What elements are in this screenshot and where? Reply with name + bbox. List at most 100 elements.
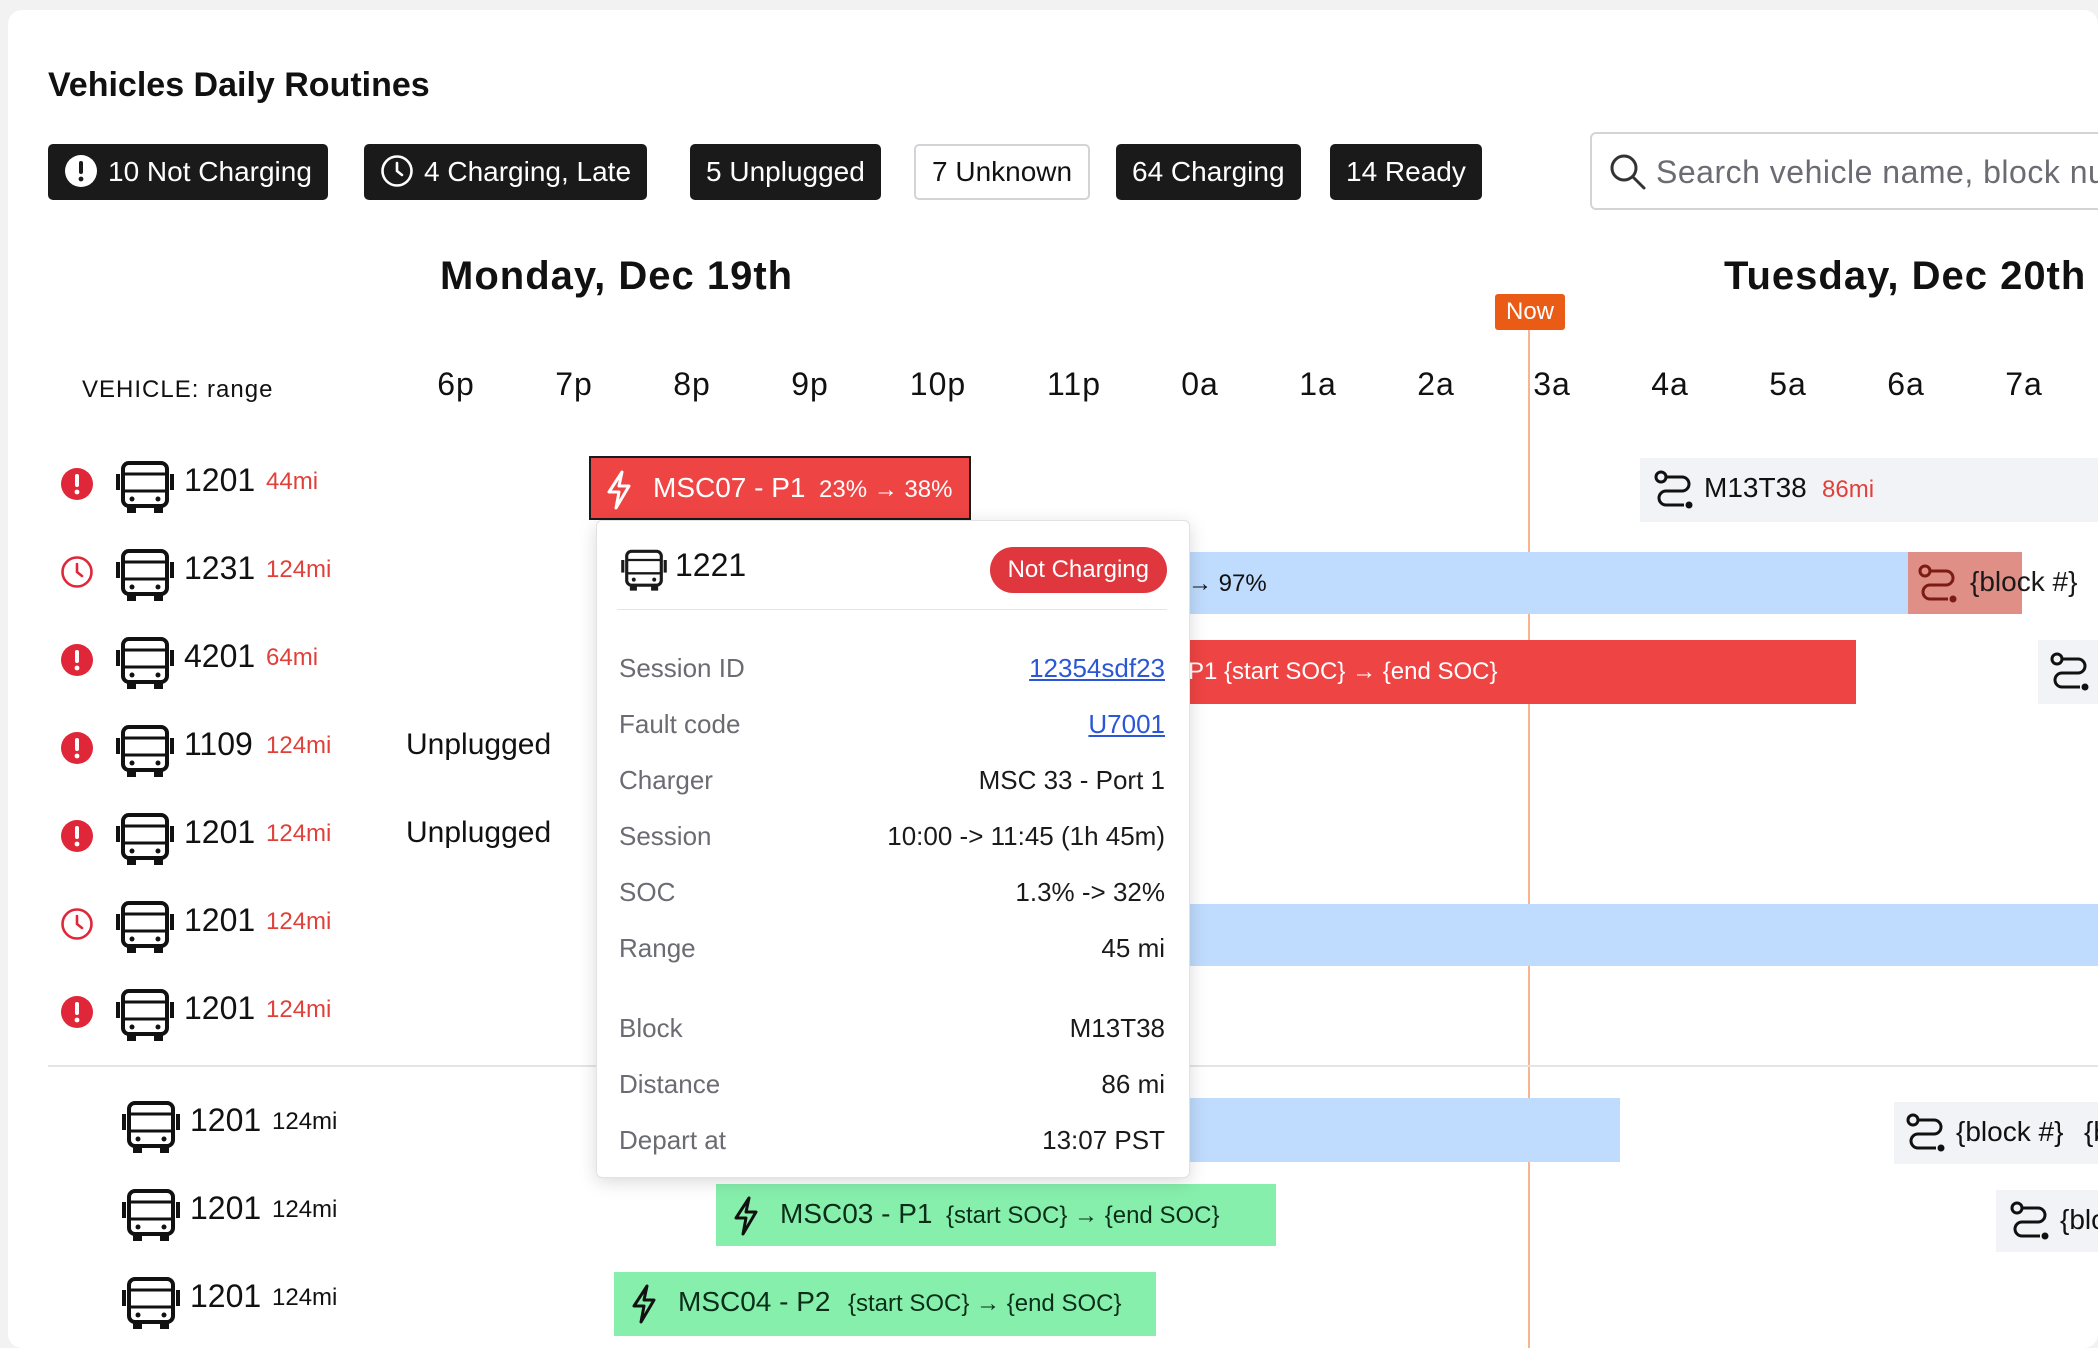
- bus-icon: [116, 813, 174, 865]
- vehicle-id: 1201: [184, 902, 256, 938]
- route-icon: [1918, 564, 1957, 603]
- hour-tick: 4a: [1651, 366, 1689, 402]
- vehicle-row[interactable]: 1201 124mi MSC03 - P1 {start SOC} → {end…: [8, 1168, 2098, 1256]
- bar-soc: {start SOC} → {end SOC}: [946, 1202, 1220, 1229]
- session-id-link[interactable]: 12354sdf23: [1029, 653, 1165, 683]
- unplugged-label: Unplugged: [406, 728, 552, 761]
- filter-not-charging[interactable]: 10 Not Charging: [48, 144, 328, 200]
- status-badge: Not Charging: [989, 547, 1167, 593]
- route-block-bar[interactable]: {blo: [1996, 1190, 2098, 1252]
- detail-key: Session: [619, 821, 712, 851]
- detail-soc: SOC 1.3% -> 32%: [619, 877, 1165, 917]
- route-block-bar[interactable]: {block #}: [1908, 552, 2098, 614]
- routines-card: Vehicles Daily Routines 10 Not Charging …: [8, 10, 2098, 1348]
- detail-value: 10:00 -> 11:45 (1h 45m): [887, 821, 1165, 851]
- detail-range: Range 45 mi: [619, 933, 1165, 973]
- vehicle-range: 124mi: [266, 732, 332, 759]
- filter-label: 14 Ready: [1346, 156, 1466, 187]
- detail-depart-at: Depart at 13:07 PST: [619, 1125, 1165, 1165]
- alert-icon: [61, 996, 93, 1028]
- unplugged-label: Unplugged: [406, 816, 552, 849]
- hour-tick: 0a: [1181, 366, 1219, 402]
- vehicle-row[interactable]: 1201 44mi MSC07 - P1 23% → 38% M13T38 86…: [8, 440, 2098, 528]
- hour-tick: 3a: [1533, 366, 1571, 402]
- bar-label: {block #}: [1970, 566, 2078, 597]
- bus-icon: [116, 901, 174, 953]
- hour-tick: 11p: [1046, 366, 1102, 402]
- vehicle-id: 1201: [184, 990, 256, 1026]
- charging-session-bar[interactable]: P1 {start SOC} → {end SOC}: [1108, 640, 1856, 704]
- detail-value: M13T38: [1069, 1013, 1165, 1043]
- charging-session-bar[interactable]: → 97%: [1108, 552, 1918, 614]
- popover-vehicle-id: 1221: [675, 547, 747, 583]
- vehicle-range: 64mi: [266, 644, 319, 671]
- bus-icon: [116, 989, 174, 1041]
- hour-tick: 9p: [791, 366, 829, 402]
- page-title: Vehicles Daily Routines: [48, 66, 430, 104]
- route-block-bar[interactable]: M13T38 86mi: [1640, 458, 2098, 522]
- hour-tick: 6p: [437, 366, 475, 402]
- vehicle-range: 124mi: [266, 996, 332, 1023]
- hour-tick: 7p: [555, 366, 593, 402]
- bus-icon: [116, 725, 174, 777]
- vehicle-id: 1201: [190, 1102, 262, 1138]
- charging-session-bar[interactable]: MSC03 - P1 {start SOC} → {end SOC}: [716, 1184, 1276, 1246]
- bus-icon: [116, 461, 174, 513]
- alert-icon: [61, 820, 93, 852]
- vehicle-range: 124mi: [272, 1108, 338, 1135]
- vehicle-id: 1201: [190, 1278, 262, 1314]
- vehicle-id: 1231: [184, 550, 256, 586]
- detail-distance: Distance 86 mi: [619, 1069, 1165, 1109]
- route-icon: [1906, 1113, 1945, 1152]
- charging-session-bar[interactable]: MSC04 - P2 {start SOC} → {end SOC}: [614, 1272, 1156, 1336]
- popover-divider: [617, 609, 1167, 610]
- alert-icon: [61, 732, 93, 764]
- vehicle-id: 1201: [184, 462, 256, 498]
- route-icon: [2010, 1201, 2049, 1240]
- clock-icon: [61, 908, 93, 940]
- route-icon: [2050, 652, 2089, 691]
- bar-distance: 86mi: [1822, 476, 1875, 503]
- day-header-tuesday: Tuesday, Dec 20th: [1724, 254, 2087, 298]
- vehicle-id: 1201: [190, 1190, 262, 1226]
- detail-charger: Charger MSC 33 - Port 1: [619, 765, 1165, 805]
- clock-icon: [381, 154, 413, 187]
- filter-label: 7 Unknown: [932, 156, 1073, 187]
- detail-key: Depart at: [619, 1125, 726, 1155]
- hour-tick: 1a: [1299, 366, 1337, 402]
- vehicle-range: 124mi: [272, 1284, 338, 1311]
- day-header-monday: Monday, Dec 19th: [440, 254, 794, 298]
- alert-icon: [61, 644, 93, 676]
- vehicle-id: 1201: [184, 814, 256, 850]
- filter-unknown[interactable]: 7 Unknown: [914, 144, 1091, 200]
- vehicle-range: 124mi: [266, 820, 332, 847]
- route-block-bar[interactable]: [2038, 640, 2098, 704]
- bus-icon: [122, 1277, 180, 1329]
- fault-code-link[interactable]: U7001: [1088, 709, 1165, 739]
- charging-session-bar[interactable]: MSC07 - P1 23% → 38%: [589, 456, 971, 520]
- filter-unplugged[interactable]: 5 Unplugged: [690, 144, 881, 200]
- filter-charging-late[interactable]: 4 Charging, Late: [364, 144, 648, 200]
- detail-value: MSC 33 - Port 1: [978, 765, 1165, 795]
- bar-label: MSC07 - P1: [653, 472, 806, 503]
- charging-session-bar[interactable]: [1108, 904, 2098, 966]
- route-block-bar[interactable]: {block #} {b: [1894, 1102, 2098, 1164]
- bar-soc: 23% → 38%: [819, 476, 953, 503]
- vehicle-id: 1109: [184, 726, 253, 762]
- search-input[interactable]: [1654, 146, 2098, 198]
- hour-tick: 5a: [1769, 366, 1807, 402]
- detail-fault-code: Fault code U7001: [619, 709, 1165, 749]
- filter-charging[interactable]: 64 Charging: [1116, 144, 1301, 200]
- bar-label: {blo: [2060, 1204, 2098, 1235]
- lightning-icon: [734, 1196, 758, 1236]
- search-icon: [1610, 154, 1646, 190]
- vehicle-row[interactable]: 1201 124mi MSC04 - P2 {start SOC} → {end…: [8, 1256, 2098, 1344]
- vehicle-id: 4201: [184, 638, 256, 674]
- search-box[interactable]: [1590, 132, 2098, 210]
- filter-ready[interactable]: 14 Ready: [1330, 144, 1482, 200]
- bar-label: {block #}: [1956, 1116, 2064, 1147]
- detail-block: Block M13T38: [619, 1013, 1165, 1053]
- detail-key: Fault code: [619, 709, 741, 739]
- bus-icon: [122, 1189, 180, 1241]
- bar-label: P1 {start SOC} → {end SOC}: [1188, 658, 1498, 685]
